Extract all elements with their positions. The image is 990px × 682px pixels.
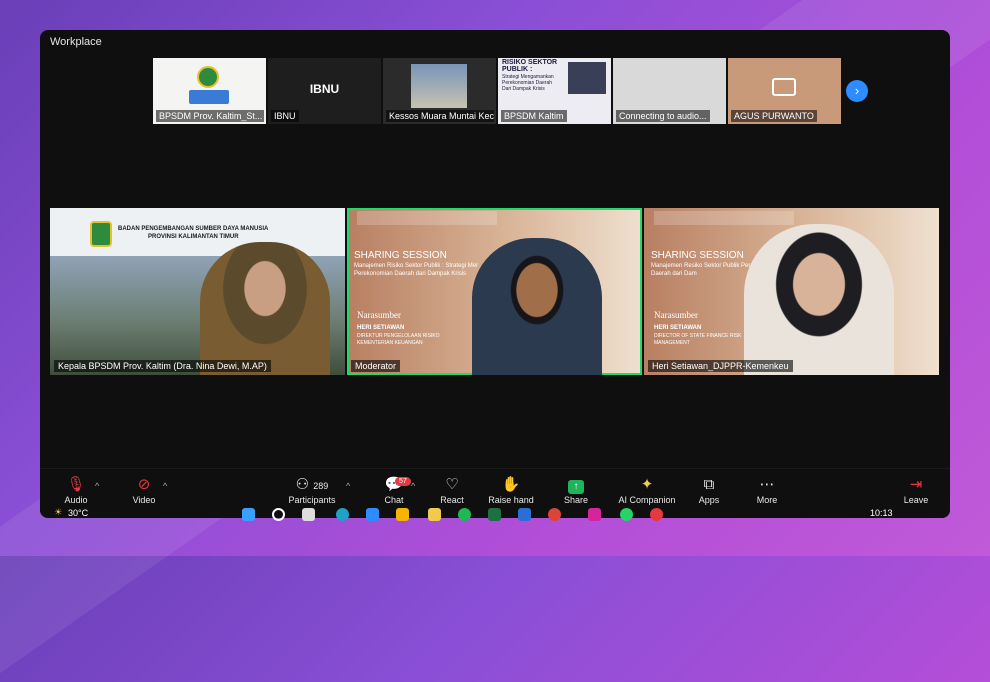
clock-time: 10:13 — [870, 508, 893, 518]
banner-line-1: BADAN PENGEMBANGAN SUMBER DAYA MANUSIA — [118, 226, 269, 232]
thumbnail-name: IBNU — [271, 110, 299, 122]
participants-button[interactable]: ⚇ 289 Participants — [286, 475, 338, 505]
participant-video — [472, 238, 602, 375]
audio-options-chevron-icon[interactable]: ^ — [95, 481, 99, 491]
slide-subheading: Strategi Mengamankan Perekonomian Daerah… — [502, 74, 554, 92]
raise-hand-button[interactable]: ✋ Raise hand — [488, 475, 534, 505]
banner-line-2: PROVINSI KALIMANTAN TIMUR — [148, 234, 239, 240]
speaker-name: HERI SETIAWAN — [357, 325, 405, 331]
zoom-meeting-window: Workplace BPSDM Prov. Kaltim_St... IBNU … — [40, 30, 950, 518]
task-view-icon[interactable] — [302, 508, 315, 521]
bpsdm-logo-icon — [189, 90, 229, 104]
sparkle-icon: ✦ — [640, 476, 654, 493]
video-tile[interactable]: SHARING SESSION Manajemen Risiko Sektor … — [347, 208, 642, 375]
ai-companion-button[interactable]: ✦ AI Companion — [616, 475, 678, 505]
participants-icon-row: ⚇ 289 — [286, 475, 338, 495]
tile-name: Kepala BPSDM Prov. Kaltim (Dra. Nina Dew… — [54, 360, 271, 372]
participants-options-chevron-icon[interactable]: ^ — [346, 481, 350, 491]
apps-icon: ⧉ — [703, 476, 715, 493]
more-icon: ⋯ — [759, 476, 775, 493]
speaker-photo — [568, 62, 606, 94]
speaker-name: HERI SETIAWAN — [654, 325, 702, 331]
event-logos-icon — [654, 211, 794, 225]
participant-thumbnail[interactable]: IBNU IBNU — [268, 58, 381, 124]
speaker-role: DIREKTUR PENGELOLAAN RISIKO KEMENTERIAN … — [357, 333, 440, 346]
organization-logo-icon — [90, 221, 112, 247]
thumbnail-strip: BPSDM Prov. Kaltim_St... IBNU IBNU Kesso… — [153, 58, 841, 124]
instagram-icon[interactable] — [588, 508, 601, 521]
video-options-chevron-icon[interactable]: ^ — [163, 481, 167, 491]
participant-video — [200, 242, 330, 375]
spotify-icon[interactable] — [458, 508, 471, 521]
leave-button[interactable]: ⇥ Leave — [902, 475, 930, 505]
video-off-icon — [772, 78, 796, 96]
more-button[interactable]: ⋯ More — [753, 475, 781, 505]
apps-button[interactable]: ⧉ Apps — [695, 475, 723, 505]
building-image — [411, 64, 467, 108]
start-menu-icon[interactable] — [242, 508, 255, 521]
drive-icon[interactable] — [396, 508, 409, 521]
edge-browser-icon[interactable] — [336, 508, 349, 521]
heart-icon: ♡ — [445, 476, 459, 493]
participant-thumbnail[interactable]: AGUS PURWANTO — [728, 58, 841, 124]
participants-icon: ⚇ — [295, 476, 310, 493]
weather-temp: 30°C — [68, 508, 89, 518]
chat-button[interactable]: 💬 Chat 57 — [377, 475, 411, 505]
video-off-icon: ⊘ — [137, 476, 151, 493]
video-tile[interactable]: SHARING SESSION Manajemen Resiko Sektor … — [644, 208, 939, 375]
video-button[interactable]: ⊘ Video — [128, 475, 160, 505]
hand-icon: ✋ — [501, 476, 521, 493]
tile-name: Moderator — [351, 360, 401, 372]
weather-icon: ☀ — [54, 507, 63, 517]
session-topic: Manajemen Risiko Sektor Publik : Strateg… — [354, 263, 479, 277]
tile-name: Heri Setiawan_DJPPR-Kemenkeu — [648, 360, 793, 372]
excel-icon[interactable] — [488, 508, 501, 521]
search-icon[interactable] — [272, 508, 285, 521]
chrome-icon[interactable] — [548, 508, 561, 521]
participant-thumbnail[interactable]: RISIKO SEKTOR PUBLIK : Strategi Mengaman… — [498, 58, 611, 124]
window-title: Workplace — [50, 36, 102, 48]
participant-thumbnail[interactable]: Connecting to audio... — [613, 58, 726, 124]
logo-icon — [197, 66, 219, 88]
video-tile[interactable]: BADAN PENGEMBANGAN SUMBER DAYA MANUSIA P… — [50, 208, 345, 375]
audio-button[interactable]: 🎙 Audio — [60, 475, 92, 505]
session-title: SHARING SESSION — [651, 250, 744, 261]
participant-thumbnail[interactable]: BPSDM Prov. Kaltim_St... — [153, 58, 266, 124]
muted-microphone-icon: 🎙 — [66, 476, 86, 493]
event-logos-icon — [357, 211, 497, 225]
next-page-button[interactable]: › — [846, 80, 868, 102]
calendar-icon[interactable] — [518, 508, 531, 521]
whatsapp-icon[interactable] — [620, 508, 633, 521]
browser-icon[interactable] — [650, 508, 663, 521]
thumbnail-name: Kessos Muara Muntai Kec... — [386, 110, 494, 122]
session-title: SHARING SESSION — [354, 250, 447, 261]
chat-unread-badge: 57 — [395, 477, 411, 486]
thumbnail-name: Connecting to audio... — [616, 110, 710, 122]
zoom-app-icon[interactable] — [366, 508, 379, 521]
speaker-gallery: BADAN PENGEMBANGAN SUMBER DAYA MANUSIA P… — [50, 208, 939, 375]
thumbnail-name: BPSDM Kaltim — [501, 110, 567, 122]
share-button[interactable]: ↑ Share — [561, 475, 591, 505]
participant-video — [744, 224, 894, 375]
share-icon: ↑ — [561, 475, 591, 495]
react-button[interactable]: ♡ React — [437, 475, 467, 505]
participants-count: 289 — [313, 481, 329, 491]
thumbnail-center-label: IBNU — [309, 82, 340, 96]
thumbnail-name: BPSDM Prov. Kaltim_St... — [156, 110, 264, 122]
title-bar: Workplace — [40, 30, 950, 52]
os-taskbar: ☀ 30°C 10:13 — [40, 503, 950, 525]
participant-thumbnail[interactable]: Kessos Muara Muntai Kec... — [383, 58, 496, 124]
chat-options-chevron-icon[interactable]: ^ — [411, 481, 415, 491]
speaker-heading: Narasumber — [654, 310, 698, 320]
thumbnail-name: AGUS PURWANTO — [731, 110, 817, 122]
slide-heading: RISIKO SEKTOR PUBLIK : — [502, 59, 558, 73]
file-explorer-icon[interactable] — [428, 508, 441, 521]
speaker-heading: Narasumber — [357, 310, 401, 320]
leave-icon: ⇥ — [909, 476, 923, 493]
